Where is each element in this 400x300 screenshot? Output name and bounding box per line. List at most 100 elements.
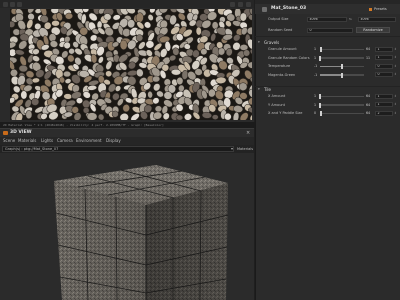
stone-cube-render bbox=[54, 165, 229, 300]
output-size-height-select[interactable]: 4096 bbox=[358, 16, 396, 22]
slider-track[interactable] bbox=[320, 57, 364, 59]
toolbar-button[interactable] bbox=[3, 1, 8, 7]
pebble bbox=[105, 70, 113, 77]
spinner-icon[interactable]: ⇕ bbox=[394, 47, 397, 51]
pebble bbox=[243, 49, 251, 57]
menu-environment[interactable]: Environment bbox=[76, 137, 102, 145]
menu-materials[interactable]: Materials bbox=[18, 137, 36, 145]
pebbles-texture-image bbox=[10, 9, 252, 120]
slider-handle[interactable] bbox=[341, 64, 343, 69]
graph-selector-row: Graph(s) : pkg://Mat_Stone_07 ▾ Material… bbox=[0, 145, 254, 153]
param-label: X and Y Paddle Size bbox=[268, 111, 303, 115]
slider-value-field[interactable]: 0 bbox=[375, 63, 393, 69]
menu-scene[interactable]: Scene bbox=[3, 137, 15, 145]
pebble bbox=[127, 19, 136, 29]
section-gravels-title[interactable]: Gravels bbox=[264, 40, 279, 45]
menu-camera[interactable]: Camera bbox=[57, 137, 73, 145]
slider-track[interactable] bbox=[320, 104, 364, 106]
slider-fill bbox=[320, 65, 342, 68]
pebble bbox=[111, 110, 119, 118]
slider-handle[interactable] bbox=[319, 94, 321, 99]
slider-value-field[interactable]: 1 bbox=[375, 55, 393, 60]
spinner-icon[interactable]: ⇕ bbox=[394, 94, 397, 98]
divider bbox=[255, 36, 400, 37]
random-seed-field[interactable]: 0 bbox=[307, 27, 353, 33]
pebble bbox=[20, 90, 28, 100]
slider-value-field[interactable]: 1 bbox=[375, 102, 393, 107]
material-icon bbox=[262, 6, 267, 12]
material-2d-preview[interactable] bbox=[10, 9, 252, 120]
pebble bbox=[122, 104, 130, 113]
section-tile-title[interactable]: Tile bbox=[264, 87, 271, 92]
slider-track[interactable] bbox=[320, 112, 364, 115]
toolbar-button[interactable] bbox=[10, 1, 15, 7]
slider-handle[interactable] bbox=[319, 47, 322, 52]
param-label: Granule Random Colors bbox=[268, 55, 310, 60]
menu-lights[interactable]: Lights bbox=[41, 137, 53, 145]
output-size-height-value: 4096 bbox=[360, 16, 369, 21]
chevron-down-icon[interactable]: ▾ bbox=[258, 40, 260, 44]
close-icon[interactable]: × bbox=[246, 129, 250, 137]
pebble bbox=[51, 20, 60, 27]
output-size-label: Output Size bbox=[268, 17, 289, 21]
slider-handle[interactable] bbox=[319, 55, 321, 61]
output-size-width-select[interactable]: 4096 bbox=[307, 16, 347, 22]
toolbar-button[interactable] bbox=[246, 1, 251, 7]
pebble bbox=[194, 68, 203, 76]
chevron-down-icon[interactable]: ▾ bbox=[258, 87, 260, 91]
spinner-icon[interactable]: ⇕ bbox=[394, 64, 397, 68]
slider-value-field[interactable]: 1 bbox=[375, 93, 393, 99]
slider-value-field[interactable]: 2 bbox=[375, 110, 393, 116]
viewport-3d[interactable] bbox=[0, 153, 254, 300]
pebble bbox=[195, 26, 202, 36]
pebble bbox=[147, 91, 153, 99]
pebble bbox=[63, 70, 72, 78]
random-seed-label: Random Seed bbox=[268, 28, 293, 32]
graph-dropdown[interactable]: Graph(s) : pkg://Mat_Stone_07 ▾ bbox=[2, 146, 234, 152]
toolbar-button[interactable] bbox=[238, 1, 243, 7]
pebble bbox=[211, 114, 219, 120]
slider-handle[interactable] bbox=[319, 102, 321, 108]
param-label: X Amount bbox=[268, 94, 286, 98]
pebble bbox=[119, 39, 128, 50]
graph-dropdown-value: Graph(s) : pkg://Mat_Stone_07 bbox=[5, 147, 59, 151]
slider-min-label: -1 bbox=[314, 72, 318, 77]
toolbar-button[interactable] bbox=[230, 1, 235, 7]
pebble bbox=[201, 111, 212, 119]
slider-max-label: 64 bbox=[366, 47, 371, 51]
slider-max-label: 64 bbox=[366, 111, 371, 115]
materials-button[interactable]: Materials bbox=[237, 145, 253, 153]
view-3d-title: 3D VIEW bbox=[10, 130, 32, 135]
slider-handle[interactable] bbox=[320, 111, 323, 116]
properties-panel bbox=[255, 0, 400, 300]
param-label: Granule Amount bbox=[268, 47, 297, 51]
spinner-icon[interactable]: ⇕ bbox=[394, 111, 397, 115]
slider-max-label: 64 bbox=[366, 102, 371, 107]
slider-track[interactable] bbox=[320, 95, 364, 98]
toolbar-button[interactable] bbox=[17, 1, 22, 7]
slider-min-label: 0 bbox=[314, 111, 317, 115]
slider-min-label: 1 bbox=[314, 94, 317, 98]
random-seed-value: 0 bbox=[309, 27, 312, 32]
pebble bbox=[239, 12, 247, 22]
slider-max-label: 64 bbox=[366, 94, 371, 98]
view-3d-menu-bar: Scene Materials Lights Camera Environmen… bbox=[0, 137, 254, 145]
menu-display[interactable]: Display bbox=[106, 137, 121, 145]
presets-icon bbox=[369, 7, 372, 11]
spinner-icon[interactable]: ⇕ bbox=[394, 55, 397, 59]
slider-value-field[interactable]: 1 bbox=[375, 46, 393, 52]
pebble bbox=[176, 76, 184, 85]
param-label: Magenta-Green bbox=[268, 72, 296, 77]
slider-fill bbox=[320, 74, 342, 76]
randomize-button[interactable]: Randomize bbox=[356, 27, 390, 33]
spinner-icon[interactable]: ⇕ bbox=[394, 72, 397, 76]
link-icon[interactable]: ⇆ bbox=[349, 17, 352, 21]
pebble bbox=[63, 93, 73, 100]
spinner-icon[interactable]: ⇕ bbox=[394, 102, 397, 106]
chevron-down-icon: ▾ bbox=[231, 146, 234, 151]
presets-button[interactable]: Presets bbox=[374, 4, 387, 14]
divider bbox=[255, 86, 400, 87]
slider-value-field[interactable]: 0 bbox=[375, 72, 393, 77]
slider-track[interactable] bbox=[320, 48, 364, 51]
slider-handle[interactable] bbox=[341, 72, 343, 78]
